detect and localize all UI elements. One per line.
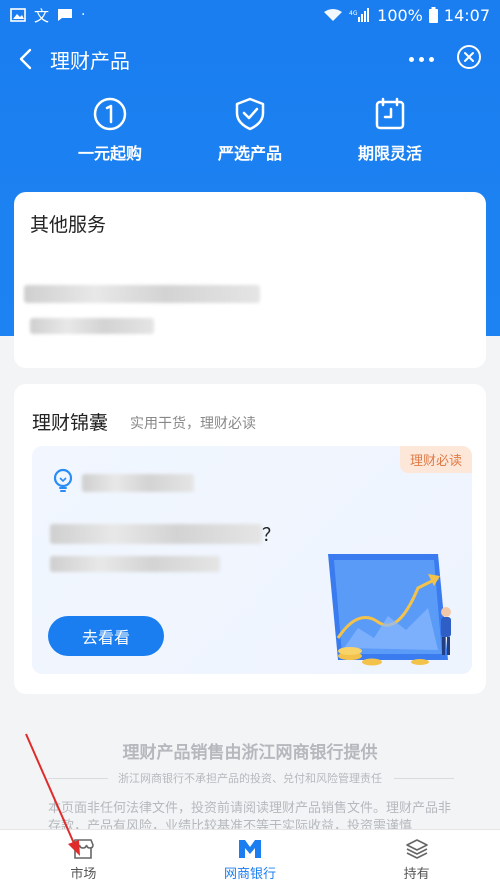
growth-chart-illustration xyxy=(328,554,451,666)
shield-check-icon xyxy=(235,97,265,131)
svg-text:4G: 4G xyxy=(349,10,358,17)
tip-title-question-mark: ？ xyxy=(262,525,280,546)
clock: 14:07 xyxy=(443,5,490,25)
gallery-notification-icon xyxy=(10,8,26,22)
go-look-button[interactable]: 去看看 xyxy=(48,616,164,656)
lightbulb-icon xyxy=(53,468,73,492)
feature-label: 一元起购 xyxy=(77,144,142,163)
footer-title: 理财产品销售由浙江网商银行提供 xyxy=(122,743,378,763)
battery-percent: 100% xyxy=(377,5,423,25)
close-button[interactable] xyxy=(456,44,482,74)
footer-subtitle: 浙江网商银行不承担产品的投资、兑付和风险管理责任 xyxy=(118,772,382,785)
tab-label: 持有 xyxy=(403,866,430,882)
tab-holdings[interactable]: 持有 xyxy=(333,830,500,889)
blurred-tip-heading xyxy=(82,474,194,492)
must-read-badge: 理财必读 xyxy=(399,446,472,473)
blurred-tip-title xyxy=(50,524,262,544)
feature-flexible-term: 期限灵活 xyxy=(335,96,445,176)
tab-label: 网商银行 xyxy=(224,866,277,882)
tips-subtitle: 实用干货，理财必读 xyxy=(130,416,256,432)
one-circle-icon xyxy=(93,97,127,131)
blurred-service-line[interactable] xyxy=(30,318,154,334)
wifi-icon xyxy=(324,9,343,21)
nav-bar: 理财产品 xyxy=(0,30,500,88)
feature-selected: 严选产品 xyxy=(195,96,305,176)
chevron-left-icon xyxy=(19,48,32,70)
tip-article-card[interactable]: 理财必读 ？ 去看看 xyxy=(32,446,472,674)
status-notifications: 文 · xyxy=(10,5,85,26)
store-icon xyxy=(72,838,95,859)
back-button[interactable] xyxy=(0,30,50,88)
message-notification-icon xyxy=(58,9,73,21)
signal-icon: 4G xyxy=(349,8,370,22)
bottom-tab-bar: 市场 网商银行 持有 xyxy=(0,829,500,889)
status-bar: 文 · 4G 100% 14:07 xyxy=(0,0,500,30)
other-services-card: 其他服务 xyxy=(14,192,486,368)
tab-mybank[interactable]: 网商银行 xyxy=(167,830,334,889)
battery-icon xyxy=(428,7,438,23)
close-circle-icon xyxy=(457,45,481,69)
more-dots-icon xyxy=(409,56,434,62)
feature-label: 期限灵活 xyxy=(357,144,422,163)
tips-title: 理财锦囊 xyxy=(32,412,109,434)
page-title: 理财产品 xyxy=(50,48,130,73)
feature-one-yuan: 一元起购 xyxy=(55,96,165,176)
tab-market[interactable]: 市场 xyxy=(0,830,167,889)
translate-notification-icon: 文 xyxy=(34,6,50,25)
blurred-tip-desc xyxy=(50,556,220,572)
tab-label: 市场 xyxy=(70,866,97,882)
blurred-service-line[interactable] xyxy=(24,285,260,303)
feature-label: 严选产品 xyxy=(217,144,282,163)
more-button[interactable] xyxy=(409,56,434,62)
calendar-clock-icon xyxy=(375,97,405,130)
mybank-logo-icon xyxy=(239,839,261,858)
finance-tips-card: 理财锦囊 实用干货，理财必读 理财必读 ？ 去看看 xyxy=(14,384,486,694)
services-title: 其他服务 xyxy=(30,214,107,236)
dot-notification-icon: · xyxy=(81,7,86,23)
holdings-icon xyxy=(405,838,428,859)
feature-highlights: 一元起购 严选产品 期限灵活 xyxy=(0,96,500,176)
